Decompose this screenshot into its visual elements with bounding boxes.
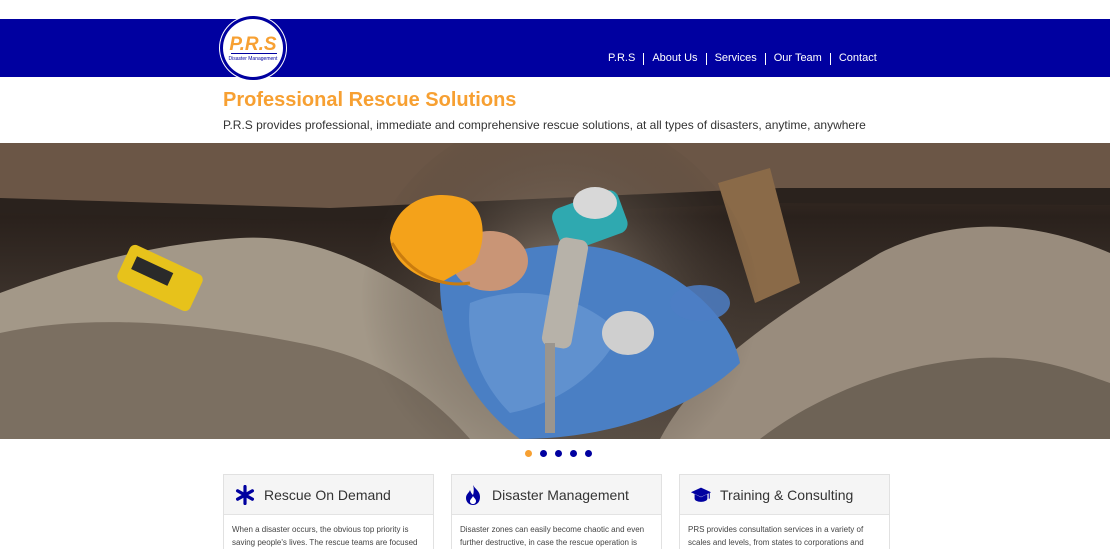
page-title: Professional Rescue Solutions — [223, 89, 517, 111]
card-title: Disaster Management — [492, 486, 629, 503]
nav-link-prs[interactable]: P.R.S — [600, 52, 643, 65]
nav-link-services[interactable]: Services — [707, 52, 765, 65]
page-subtitle: P.R.S provides professional, immediate a… — [223, 118, 866, 132]
carousel-dot-1[interactable] — [525, 450, 532, 457]
card-title: Rescue On Demand — [264, 486, 391, 503]
nav-link-contact[interactable]: Contact — [831, 52, 885, 65]
card-header: Training & Consulting — [680, 475, 889, 515]
carousel-dot-5[interactable] — [585, 450, 592, 457]
logo-divider — [231, 53, 277, 54]
nav-link-about-us[interactable]: About Us — [644, 52, 705, 65]
carousel-dot-2[interactable] — [540, 450, 547, 457]
service-card-rescue-on-demand[interactable]: Rescue On Demand When a disaster occurs,… — [223, 474, 434, 549]
carousel-indicators — [525, 450, 600, 457]
rescue-worker-photo — [0, 143, 1110, 439]
main-nav: P.R.S About Us Services Our Team Contact — [600, 52, 885, 65]
carousel-dot-3[interactable] — [555, 450, 562, 457]
hero-slider-image — [0, 143, 1110, 439]
card-text: When a disaster occurs, the obvious top … — [232, 525, 418, 547]
card-title: Training & Consulting — [720, 486, 854, 503]
carousel-dot-4[interactable] — [570, 450, 577, 457]
navbar — [0, 19, 1110, 77]
graduation-cap-icon — [690, 484, 712, 506]
fire-icon — [462, 484, 484, 506]
top-strip — [0, 0, 1110, 19]
card-text: PRS provides consultation services in a … — [688, 525, 864, 547]
nav-link-our-team[interactable]: Our Team — [766, 52, 830, 65]
card-text: Disaster zones can easily become chaotic… — [460, 525, 645, 547]
asterisk-icon — [234, 484, 256, 506]
logo[interactable]: P.R.S Disaster Management — [220, 16, 286, 80]
logo-subtext: Disaster Management — [228, 56, 278, 62]
service-card-training-consulting[interactable]: Training & Consulting PRS provides consu… — [679, 474, 890, 549]
card-header: Disaster Management — [452, 475, 661, 515]
card-header: Rescue On Demand — [224, 475, 433, 515]
service-card-disaster-management[interactable]: Disaster Management Disaster zones can e… — [451, 474, 662, 549]
